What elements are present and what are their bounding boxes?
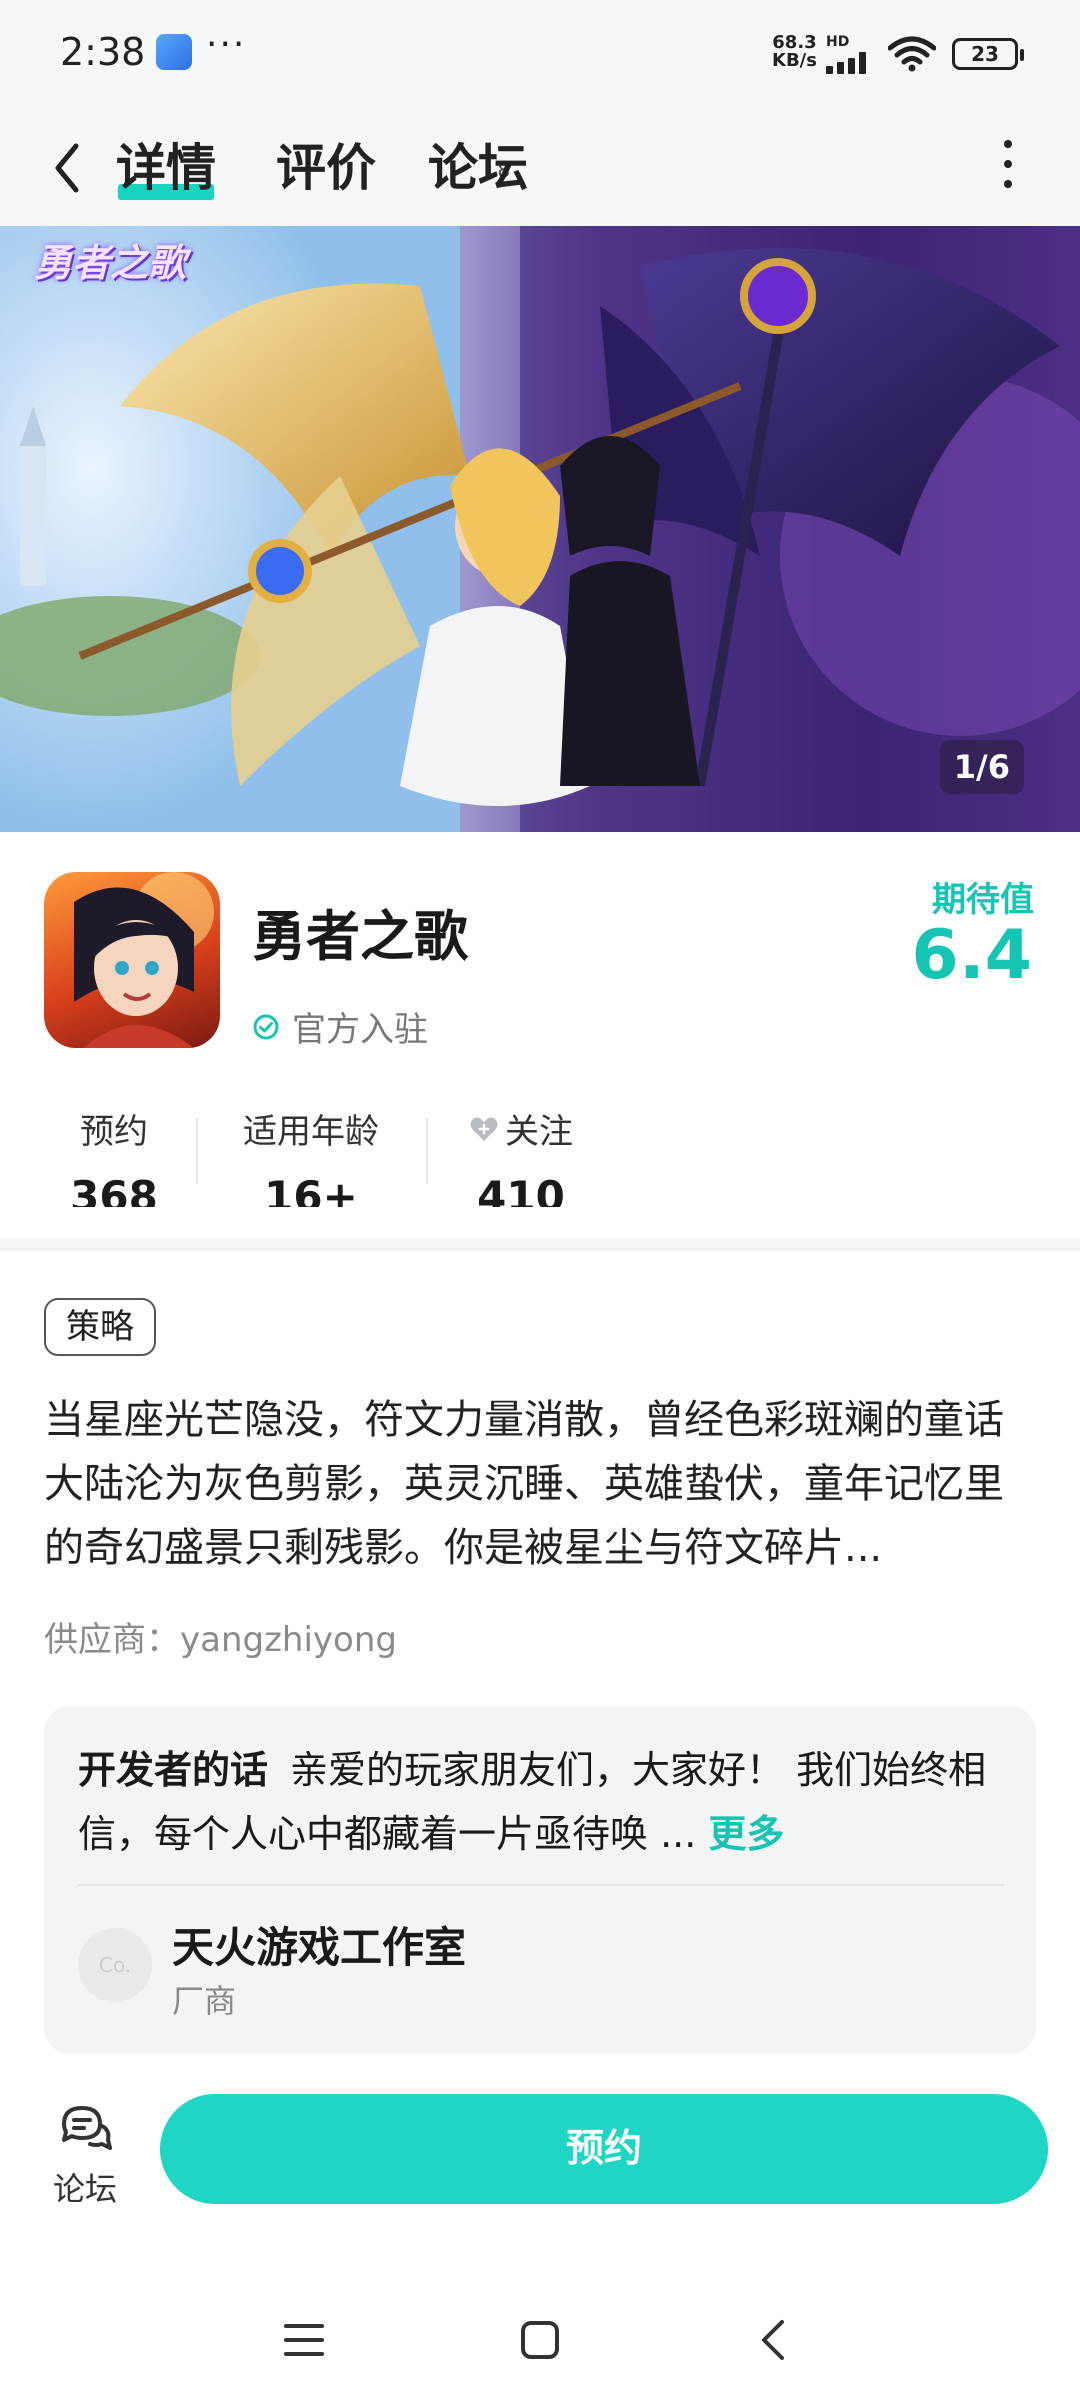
back-arrow-icon[interactable] (46, 136, 86, 200)
notification-app-icon (156, 34, 192, 70)
more-notifications-icon: ··· (206, 24, 247, 65)
top-nav: 详情 评价 8 论坛 (0, 110, 1080, 226)
back-icon[interactable] (750, 2316, 798, 2364)
official-label: 官方入驻 (292, 1010, 428, 1050)
forum-label: 论坛 (52, 2170, 117, 2208)
network-speed-unit: KB/s (772, 50, 817, 71)
game-description[interactable]: 当星座光芒隐没，符文力量消散，曾经色彩斑斓的童话大陆沦为灰色剪影，英灵沉睡、英雄… (44, 1388, 1038, 1580)
network-speed: 68.3 KB/s (772, 34, 817, 70)
stat-divider (426, 1118, 428, 1184)
developer-note-title: 开发者的话 (78, 1748, 269, 1792)
system-nav-bar (0, 2280, 1080, 2400)
battery-icon: 23 (952, 38, 1024, 70)
section-divider (0, 1238, 1080, 1252)
stat-label: 适用年龄 (243, 1112, 379, 1152)
hd-indicator: HD (826, 34, 850, 50)
banner-carousel[interactable]: 勇者之歌 1/6 (0, 226, 1080, 832)
stat-label: 预约 (80, 1112, 148, 1152)
expectation-score: 6.4 (911, 916, 1032, 995)
tab-forum[interactable]: 论坛 (428, 128, 528, 198)
developer-name[interactable]: 天火游戏工作室 (172, 1914, 466, 1975)
more-link[interactable]: 更多 (708, 1812, 784, 1856)
developer-card[interactable]: 开发者的话 亲爱的玩家朋友们，大家好！ 我们始终相信，每个人心中都藏着一片亟待唤 … (44, 1706, 1036, 2054)
game-icon-art (74, 872, 214, 1048)
game-title: 勇者之歌 (252, 905, 468, 968)
menu-icon[interactable] (280, 2316, 328, 2364)
developer-avatar[interactable]: Co. (78, 1928, 152, 2002)
tab-details[interactable]: 详情 (116, 128, 216, 200)
game-app-icon (44, 872, 220, 1048)
chat-bubble-icon (62, 2106, 112, 2150)
wifi-icon (888, 36, 936, 72)
stat-value: 16+ (264, 1173, 358, 1207)
card-divider (78, 1884, 1004, 1886)
heart-icon (470, 1117, 498, 1141)
verified-check-icon (253, 1014, 279, 1039)
official-badge: 官方入驻 (252, 1002, 428, 1051)
status-bar: 2:38 ··· 68.3 KB/s HD 23 (0, 0, 1080, 110)
forum-shortcut[interactable]: 论坛 (48, 2100, 122, 2210)
reserve-button[interactable]: 预约 (160, 2094, 1048, 2204)
banner-artwork (0, 226, 1080, 832)
developer-note: 开发者的话 亲爱的玩家朋友们，大家好！ 我们始终相信，每个人心中都藏着一片亟待唤 … (78, 1738, 1008, 1866)
more-options-icon[interactable] (1000, 140, 1016, 196)
supplier-info: 供应商：yangzhiyong (44, 1620, 397, 1660)
status-time: 2:38 (60, 30, 146, 74)
stat-value: 368 (70, 1173, 158, 1207)
signal-icon (826, 52, 878, 74)
stat-reservations: 预约 368 (44, 1104, 184, 1207)
home-icon[interactable] (516, 2316, 564, 2364)
stat-followers[interactable]: 关注 410 (456, 1104, 586, 1207)
stat-divider (196, 1118, 198, 1184)
developer-role: 厂商 (172, 1982, 237, 2020)
genre-tag[interactable]: 策略 (44, 1298, 156, 1356)
banner-logo: 勇者之歌 (34, 241, 187, 285)
banner-page-counter: 1/6 (939, 740, 1024, 794)
stat-value: 410 (477, 1173, 565, 1207)
stat-label: 关注 (505, 1112, 573, 1152)
tab-reviews[interactable]: 评价 8 (276, 128, 510, 198)
stat-age-rating: 适用年龄 16+ (226, 1104, 396, 1207)
expectation-label: 期待值 (932, 880, 1034, 920)
